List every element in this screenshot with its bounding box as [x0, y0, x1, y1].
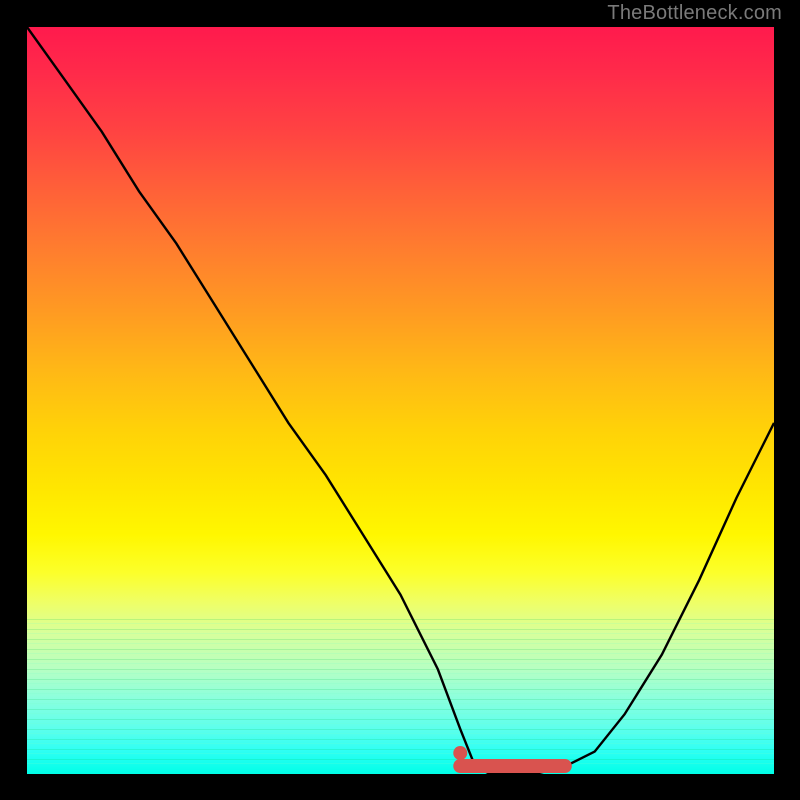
- watermark-text: TheBottleneck.com: [607, 2, 782, 25]
- plot-area: [27, 27, 774, 774]
- chart-frame: TheBottleneck.com: [0, 0, 800, 800]
- highlight-dot: [453, 746, 467, 760]
- chart-svg: [27, 27, 774, 774]
- curve-line: [27, 27, 774, 774]
